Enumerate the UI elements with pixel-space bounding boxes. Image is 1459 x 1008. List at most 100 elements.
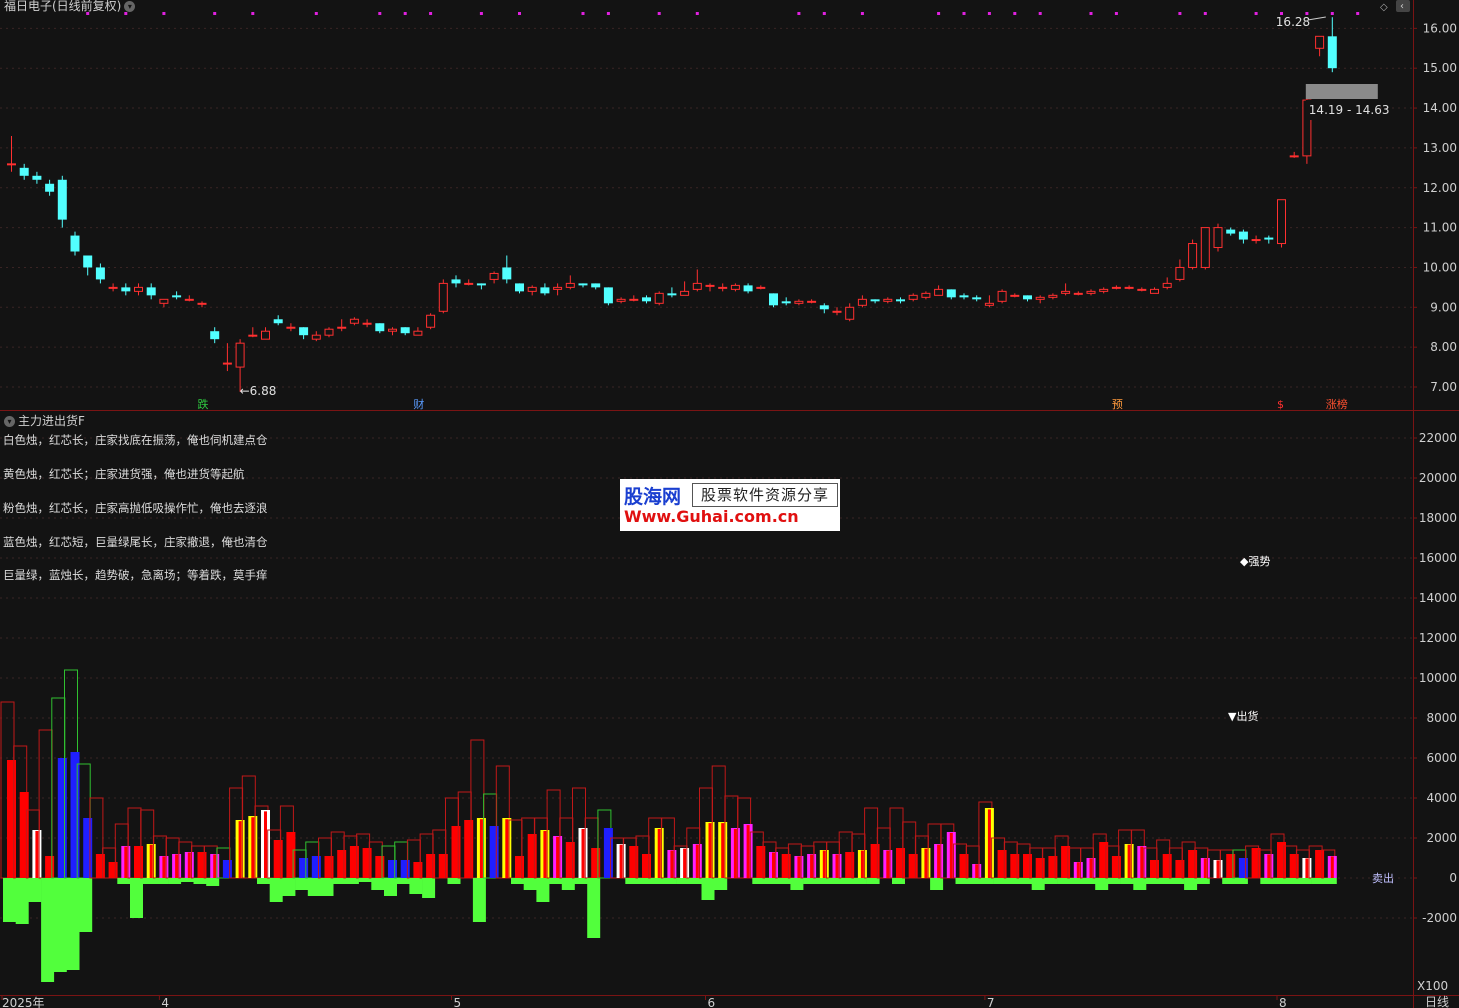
volume-bar — [337, 850, 347, 878]
candle-body — [984, 302, 994, 306]
volume-core — [810, 854, 814, 878]
volume-core — [1089, 858, 1093, 878]
candle-body — [553, 286, 563, 290]
volume-bar — [1048, 856, 1058, 878]
negative-volume-bar — [295, 878, 309, 890]
volume-bar — [1289, 854, 1299, 878]
volume-bar — [845, 852, 855, 878]
negative-volume-bar — [1234, 878, 1248, 884]
signal-dot — [962, 12, 966, 15]
candle-body — [527, 286, 537, 292]
candle-body — [1188, 243, 1198, 268]
volume-bar — [286, 832, 296, 878]
volume-core — [175, 854, 179, 878]
candle-body — [934, 288, 944, 296]
negative-volume-bar — [1323, 878, 1337, 884]
volume-core — [238, 821, 242, 878]
negative-volume-bar — [409, 878, 423, 894]
volume-core — [733, 829, 737, 878]
negative-volume-bar — [980, 878, 994, 884]
signal-dot — [1013, 12, 1017, 15]
volume-core — [556, 836, 560, 878]
signal-dot — [403, 12, 407, 15]
indicator-title[interactable]: ▾ 主力进出货F — [4, 412, 85, 429]
candle-body — [184, 298, 194, 301]
candle-body — [261, 330, 270, 340]
volume-bar — [273, 840, 283, 878]
negative-volume-bar — [384, 878, 397, 896]
volume-core — [1330, 856, 1334, 878]
volume-bar — [870, 844, 880, 878]
candle-body — [1111, 286, 1121, 289]
volume-bar — [197, 852, 207, 878]
candle-body — [781, 301, 791, 304]
volume-bar — [781, 854, 791, 878]
negative-volume-bar — [117, 878, 131, 884]
negative-volume-bar — [1082, 878, 1096, 884]
period-label: 日线 — [1425, 995, 1449, 1008]
candle-body — [146, 287, 156, 296]
volume-core — [1203, 858, 1207, 878]
volume-bar — [108, 862, 118, 878]
volume-core — [1140, 846, 1144, 878]
volume-core — [657, 829, 661, 878]
candle-body — [629, 298, 639, 301]
watermark-slogan: 股票软件资源分享 — [692, 483, 838, 507]
negative-volume-bar — [561, 878, 575, 890]
signal-dot — [518, 12, 521, 15]
volume-tick-label: 2000 — [1426, 831, 1457, 845]
volume-bar — [57, 758, 67, 878]
chevron-down-icon[interactable]: ▾ — [4, 416, 15, 427]
signal-dot — [1038, 12, 1042, 15]
volume-core — [543, 830, 547, 878]
negative-volume-bar — [549, 878, 563, 884]
volume-bar — [362, 848, 372, 878]
negative-volume-bar — [155, 878, 169, 884]
negative-volume-bar — [574, 878, 588, 884]
negative-volume-bar — [307, 878, 321, 896]
volume-bar — [756, 846, 766, 878]
candle-body — [616, 298, 626, 302]
volume-bar — [83, 818, 93, 878]
candle-body — [1251, 239, 1261, 242]
volume-core — [822, 850, 826, 878]
candle-body — [705, 284, 715, 287]
negative-volume-bar — [1120, 878, 1134, 884]
negative-volume-bar — [28, 878, 42, 902]
volume-core — [124, 846, 128, 878]
volume-bar — [1023, 854, 1032, 878]
chart-title[interactable]: 福日电子(日线前复权) ▾ — [4, 0, 136, 14]
volume-bar — [1010, 854, 1020, 878]
volume-bar — [451, 826, 461, 878]
volume-core — [695, 844, 699, 878]
negative-volume-bar — [358, 878, 372, 882]
candle-body — [921, 292, 931, 298]
negative-volume-bar — [955, 878, 969, 884]
volume-bar — [7, 760, 16, 878]
volume-bar — [70, 752, 80, 878]
diamond-icon: ◇ — [1380, 2, 1388, 13]
event-marker: $ — [1277, 398, 1284, 411]
candle-body — [349, 318, 359, 324]
candle-body — [451, 279, 461, 284]
candle-body — [1073, 292, 1083, 295]
negative-volume-bar — [345, 878, 359, 884]
volume-core — [1267, 854, 1271, 878]
volume-core — [35, 830, 39, 878]
candle-body — [375, 323, 385, 332]
volume-tick-label: 10000 — [1419, 671, 1457, 685]
price-tick-label: 9.00 — [1430, 300, 1457, 314]
candle-body — [1061, 290, 1071, 294]
candle-body — [1226, 229, 1236, 234]
volume-core — [683, 848, 687, 878]
negative-volume-bar — [1006, 878, 1020, 884]
volume-core — [581, 829, 585, 878]
candle-body — [45, 183, 55, 192]
volume-bar — [603, 828, 613, 878]
volume-bar — [299, 858, 309, 878]
negative-volume-bar — [79, 878, 93, 932]
volume-core — [187, 852, 191, 878]
negative-volume-bar — [638, 878, 651, 884]
candle-body — [730, 284, 740, 290]
chevron-down-icon[interactable]: ▾ — [124, 1, 136, 12]
